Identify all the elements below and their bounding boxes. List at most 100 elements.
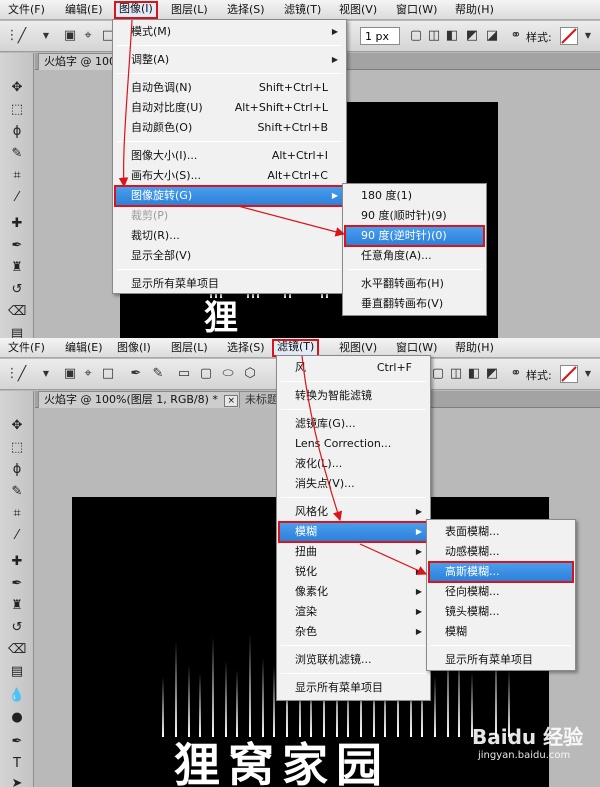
style-dropdown-icon[interactable]: ▼: [580, 366, 596, 382]
history-brush-icon[interactable]: ↺: [8, 281, 26, 299]
quick-select-icon[interactable]: ✎: [8, 483, 26, 501]
eraser-tool-icon[interactable]: ⌫: [8, 641, 26, 659]
menu-item[interactable]: 180 度(1): [345, 186, 484, 206]
style-swatch[interactable]: [560, 365, 578, 383]
style-dropdown-icon[interactable]: ▼: [580, 28, 596, 44]
pen-tool-icon[interactable]: ✒: [128, 366, 144, 382]
quick-select-icon[interactable]: ✎: [8, 145, 26, 163]
dodge-tool-icon[interactable]: ●: [8, 709, 26, 727]
subtract-shape-icon[interactable]: ◧: [444, 28, 460, 44]
chevron-down-icon[interactable]: ▼: [38, 28, 54, 44]
menu-item[interactable]: 浏览联机滤镜...: [279, 650, 428, 670]
menu-item[interactable]: 90 度(顺时针)(9): [345, 206, 484, 226]
menu-item[interactable]: 显示所有菜单项目: [279, 678, 428, 698]
menu-item[interactable]: 显示所有菜单项目: [429, 650, 573, 670]
gradient-tool-icon[interactable]: ▤: [8, 325, 26, 338]
shape-layer-icon[interactable]: ▣: [62, 28, 78, 44]
menu-item[interactable]: 显示所有菜单项目: [115, 274, 344, 294]
line-tool-icon[interactable]: ╱: [14, 366, 30, 382]
menu-item[interactable]: 锐化 ▶: [279, 562, 428, 582]
weight-input[interactable]: 1 px: [360, 27, 400, 45]
blur-tool-icon[interactable]: 💧: [8, 687, 26, 705]
document-tab[interactable]: 火焰字 @ 100: [38, 53, 122, 70]
link-icon[interactable]: ⚭: [508, 28, 524, 44]
marquee-tool-icon[interactable]: ⬚: [8, 439, 26, 457]
menu-item[interactable]: 像素化 ▶: [279, 582, 428, 602]
menu-item[interactable]: 高斯模糊...: [428, 561, 574, 583]
healing-brush-icon[interactable]: ✚: [8, 215, 26, 233]
menu-item[interactable]: 图像大小(I)... Alt+Ctrl+I: [115, 146, 344, 166]
lasso-tool-icon[interactable]: ϕ: [8, 461, 26, 479]
eyedropper-icon[interactable]: ⁄: [8, 189, 26, 207]
menu-item[interactable]: 渲染 ▶: [279, 602, 428, 622]
new-shape-icon[interactable]: ▢: [408, 28, 424, 44]
menu-9[interactable]: 帮助(H): [452, 2, 497, 18]
menu-item[interactable]: 垂直翻转画布(V): [345, 294, 484, 314]
menu-item[interactable]: 裁切(R)...: [115, 226, 344, 246]
exclude-shape-icon[interactable]: ◪: [484, 28, 500, 44]
menu-item[interactable]: 径向模糊...: [429, 582, 573, 602]
menu-item[interactable]: 任意角度(A)...: [345, 246, 484, 266]
menu-8[interactable]: 窗口(W): [393, 2, 440, 18]
menu-9[interactable]: 帮助(H): [452, 340, 497, 356]
menu-7[interactable]: 视图(V): [336, 340, 380, 356]
menu-5[interactable]: 选择(S): [224, 2, 268, 18]
menu-2[interactable]: 编辑(E): [62, 340, 106, 356]
eraser-tool-icon[interactable]: ⌫: [8, 303, 26, 321]
menu-7[interactable]: 视图(V): [336, 2, 380, 18]
rounded-rect-icon[interactable]: ▢: [198, 366, 214, 382]
pen-tool-icon[interactable]: ✒: [8, 733, 26, 751]
menu-1[interactable]: 文件(F): [5, 2, 48, 18]
gradient-tool-icon[interactable]: ▤: [8, 663, 26, 681]
style-swatch[interactable]: [560, 27, 578, 45]
menu-item[interactable]: 液化(L)...: [279, 454, 428, 474]
intersect-shape-icon[interactable]: ◩: [464, 28, 480, 44]
menu-item[interactable]: 镜头模糊...: [429, 602, 573, 622]
menu-item[interactable]: 扭曲 ▶: [279, 542, 428, 562]
menu-item[interactable]: 模糊: [429, 622, 573, 642]
menu-2[interactable]: 编辑(E): [62, 2, 106, 18]
brush-tool-icon[interactable]: ✒: [8, 575, 26, 593]
menu-item[interactable]: 模糊 ▶: [278, 521, 429, 543]
menu-item[interactable]: 调整(A) ▶: [115, 50, 344, 70]
menu-item[interactable]: 90 度(逆时针)(0): [344, 225, 485, 247]
healing-brush-icon[interactable]: ✚: [8, 553, 26, 571]
document-tab[interactable]: 火焰字 @ 100%(图层 1, RGB/8) * ×: [38, 391, 244, 408]
menu-item[interactable]: 自动颜色(O) Shift+Ctrl+B: [115, 118, 344, 138]
menu-item[interactable]: 图像旋转(G) ▶: [114, 185, 345, 207]
move-tool-icon[interactable]: ✥: [8, 79, 26, 97]
ellipse-shape-icon[interactable]: ⬭: [220, 366, 236, 382]
fill-pixels-icon[interactable]: □: [100, 366, 116, 382]
menu-3[interactable]: 图像(I): [114, 340, 154, 356]
menu-item[interactable]: 自动对比度(U) Alt+Shift+Ctrl+L: [115, 98, 344, 118]
brush-tool-icon[interactable]: ✒: [8, 237, 26, 255]
add-shape-icon[interactable]: ◫: [448, 366, 464, 382]
polygon-shape-icon[interactable]: ⬡: [242, 366, 258, 382]
intersect-shape-icon[interactable]: ◩: [484, 366, 500, 382]
menu-item[interactable]: 消失点(V)...: [279, 474, 428, 494]
history-brush-icon[interactable]: ↺: [8, 619, 26, 637]
menu-3[interactable]: 图像(I): [114, 1, 158, 19]
chevron-down-icon[interactable]: ▼: [38, 366, 54, 382]
menu-item[interactable]: 水平翻转画布(H): [345, 274, 484, 294]
stamp-tool-icon[interactable]: ♜: [8, 597, 26, 615]
menu-item[interactable]: 动感模糊...: [429, 542, 573, 562]
shape-layer-icon[interactable]: ▣: [62, 366, 78, 382]
menu-item[interactable]: 转换为智能滤镜: [279, 386, 428, 406]
menu-1[interactable]: 文件(F): [5, 340, 48, 356]
menu-item[interactable]: 自动色调(N) Shift+Ctrl+L: [115, 78, 344, 98]
rectangle-shape-icon[interactable]: ▭: [176, 366, 192, 382]
menu-item[interactable]: 杂色 ▶: [279, 622, 428, 642]
path-icon[interactable]: ⌖: [80, 28, 96, 44]
menu-item[interactable]: 风格化 ▶: [279, 502, 428, 522]
menu-6[interactable]: 滤镜(T): [281, 2, 324, 18]
line-tool-icon[interactable]: ╱: [14, 28, 30, 44]
lasso-tool-icon[interactable]: ϕ: [8, 123, 26, 141]
crop-tool-icon[interactable]: ⌗: [8, 505, 26, 523]
menu-item[interactable]: Lens Correction...: [279, 434, 428, 454]
menu-4[interactable]: 图层(L): [168, 340, 211, 356]
subtract-shape-icon[interactable]: ◧: [466, 366, 482, 382]
type-tool-icon[interactable]: T: [8, 755, 26, 773]
stamp-tool-icon[interactable]: ♜: [8, 259, 26, 277]
menu-5[interactable]: 选择(S): [224, 340, 268, 356]
